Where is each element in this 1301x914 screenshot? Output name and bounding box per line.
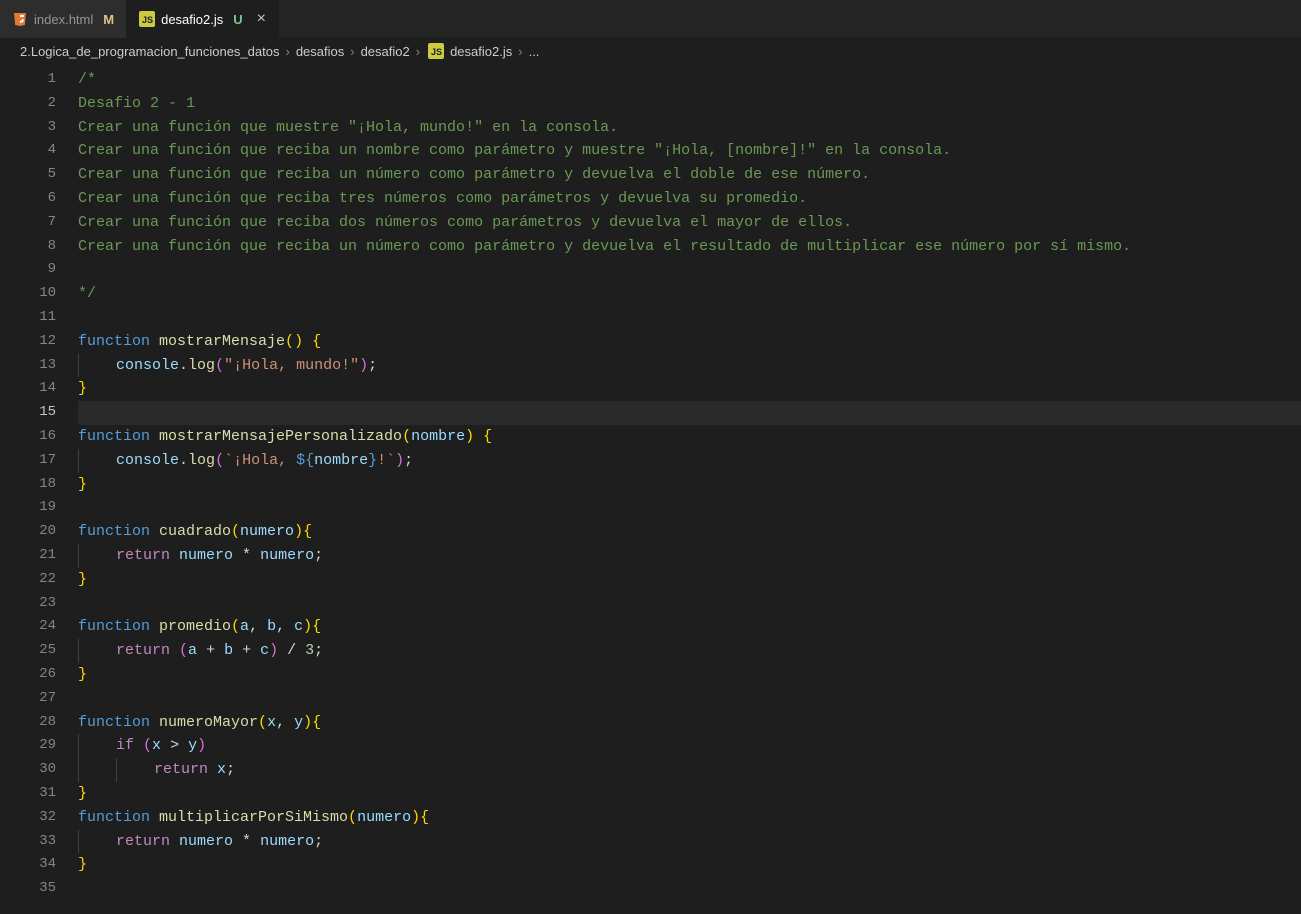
line-number: 20: [0, 520, 56, 544]
js-file-icon: JS: [428, 43, 444, 59]
chevron-right-icon: ›: [350, 44, 354, 59]
line-number: 17: [0, 449, 56, 473]
code-line[interactable]: if (x > y): [78, 734, 1301, 758]
code-line[interactable]: }: [78, 782, 1301, 806]
code-line[interactable]: [78, 306, 1301, 330]
line-number: 14: [0, 377, 56, 401]
js-file-icon: JS: [139, 11, 155, 27]
line-number: 9: [0, 258, 56, 282]
git-modified-badge: M: [103, 12, 114, 27]
breadcrumb-segment[interactable]: desafios: [296, 44, 344, 59]
svg-text:JS: JS: [431, 47, 442, 57]
line-number: 32: [0, 806, 56, 830]
line-number: 11: [0, 306, 56, 330]
breadcrumb-ellipsis[interactable]: ...: [529, 44, 540, 59]
code-line[interactable]: function cuadrado(numero){: [78, 520, 1301, 544]
line-number: 33: [0, 830, 56, 854]
code-line[interactable]: function promedio(a, b, c){: [78, 615, 1301, 639]
code-line[interactable]: Crear una función que muestre "¡Hola, mu…: [78, 116, 1301, 140]
code-line[interactable]: */: [78, 282, 1301, 306]
line-number: 23: [0, 592, 56, 616]
code-line[interactable]: return (a + b + c) / 3;: [78, 639, 1301, 663]
code-line[interactable]: }: [78, 568, 1301, 592]
line-number: 12: [0, 330, 56, 354]
tab-desafio2-js[interactable]: JS desafio2.js U ×: [127, 0, 279, 38]
code-line[interactable]: [78, 401, 1301, 425]
line-number: 22: [0, 568, 56, 592]
tab-index-html[interactable]: index.html M: [0, 0, 127, 38]
close-icon[interactable]: ×: [257, 11, 266, 27]
chevron-right-icon: ›: [518, 44, 522, 59]
code-line[interactable]: console.log(`¡Hola, ${nombre}!`);: [78, 449, 1301, 473]
line-number: 26: [0, 663, 56, 687]
line-number: 31: [0, 782, 56, 806]
code-line[interactable]: Crear una función que reciba un nombre c…: [78, 139, 1301, 163]
line-number-gutter: 1234567891011121314151617181920212223242…: [0, 64, 78, 914]
js-file-icon: JS: [428, 43, 444, 59]
line-number: 13: [0, 354, 56, 378]
line-number: 24: [0, 615, 56, 639]
code-line[interactable]: [78, 877, 1301, 901]
line-number: 8: [0, 235, 56, 259]
code-line[interactable]: Crear una función que reciba un número c…: [78, 163, 1301, 187]
line-number: 29: [0, 734, 56, 758]
breadcrumb[interactable]: 2.Logica_de_programacion_funciones_datos…: [0, 38, 1301, 64]
line-number: 27: [0, 687, 56, 711]
code-line[interactable]: Crear una función que reciba dos números…: [78, 211, 1301, 235]
code-line[interactable]: Crear una función que reciba un número c…: [78, 235, 1301, 259]
git-untracked-badge: U: [233, 12, 242, 27]
line-number: 1: [0, 68, 56, 92]
line-number: 30: [0, 758, 56, 782]
code-line[interactable]: function mostrarMensajePersonalizado(nom…: [78, 425, 1301, 449]
line-number: 28: [0, 711, 56, 735]
line-number: 5: [0, 163, 56, 187]
code-line[interactable]: return numero * numero;: [78, 830, 1301, 854]
code-line[interactable]: function mostrarMensaje() {: [78, 330, 1301, 354]
line-number: 18: [0, 473, 56, 497]
code-line[interactable]: [78, 592, 1301, 616]
line-number: 15: [0, 401, 56, 425]
line-number: 21: [0, 544, 56, 568]
line-number: 7: [0, 211, 56, 235]
line-number: 3: [0, 116, 56, 140]
code-line[interactable]: [78, 496, 1301, 520]
chevron-right-icon: ›: [285, 44, 289, 59]
svg-text:JS: JS: [142, 15, 153, 25]
code-line[interactable]: }: [78, 377, 1301, 401]
editor-tabs: index.html M JS desafio2.js U ×: [0, 0, 1301, 38]
line-number: 35: [0, 877, 56, 901]
line-number: 25: [0, 639, 56, 663]
code-content[interactable]: /*Desafio 2 - 1Crear una función que mue…: [78, 64, 1301, 914]
code-line[interactable]: }: [78, 853, 1301, 877]
chevron-right-icon: ›: [416, 44, 420, 59]
code-line[interactable]: Desafio 2 - 1: [78, 92, 1301, 116]
line-number: 34: [0, 853, 56, 877]
code-line[interactable]: Crear una función que reciba tres número…: [78, 187, 1301, 211]
code-line[interactable]: function multiplicarPorSiMismo(numero){: [78, 806, 1301, 830]
code-line[interactable]: }: [78, 663, 1301, 687]
html-file-icon: [12, 11, 28, 27]
line-number: 16: [0, 425, 56, 449]
code-line[interactable]: [78, 687, 1301, 711]
code-line[interactable]: /*: [78, 68, 1301, 92]
line-number: 4: [0, 139, 56, 163]
code-line[interactable]: function numeroMayor(x, y){: [78, 711, 1301, 735]
code-line[interactable]: return numero * numero;: [78, 544, 1301, 568]
line-number: 2: [0, 92, 56, 116]
breadcrumb-segment[interactable]: desafio2: [361, 44, 410, 59]
line-number: 6: [0, 187, 56, 211]
code-line[interactable]: [78, 258, 1301, 282]
js-file-icon: JS: [139, 11, 155, 27]
code-editor[interactable]: 1234567891011121314151617181920212223242…: [0, 64, 1301, 914]
tab-label: index.html: [34, 12, 93, 27]
html-file-icon: [12, 11, 28, 27]
line-number: 10: [0, 282, 56, 306]
breadcrumb-segment[interactable]: 2.Logica_de_programacion_funciones_datos: [20, 44, 279, 59]
line-number: 19: [0, 496, 56, 520]
code-line[interactable]: }: [78, 473, 1301, 497]
code-line[interactable]: console.log("¡Hola, mundo!");: [78, 354, 1301, 378]
code-line[interactable]: return x;: [78, 758, 1301, 782]
breadcrumb-file[interactable]: desafio2.js: [450, 44, 512, 59]
tab-label: desafio2.js: [161, 12, 223, 27]
